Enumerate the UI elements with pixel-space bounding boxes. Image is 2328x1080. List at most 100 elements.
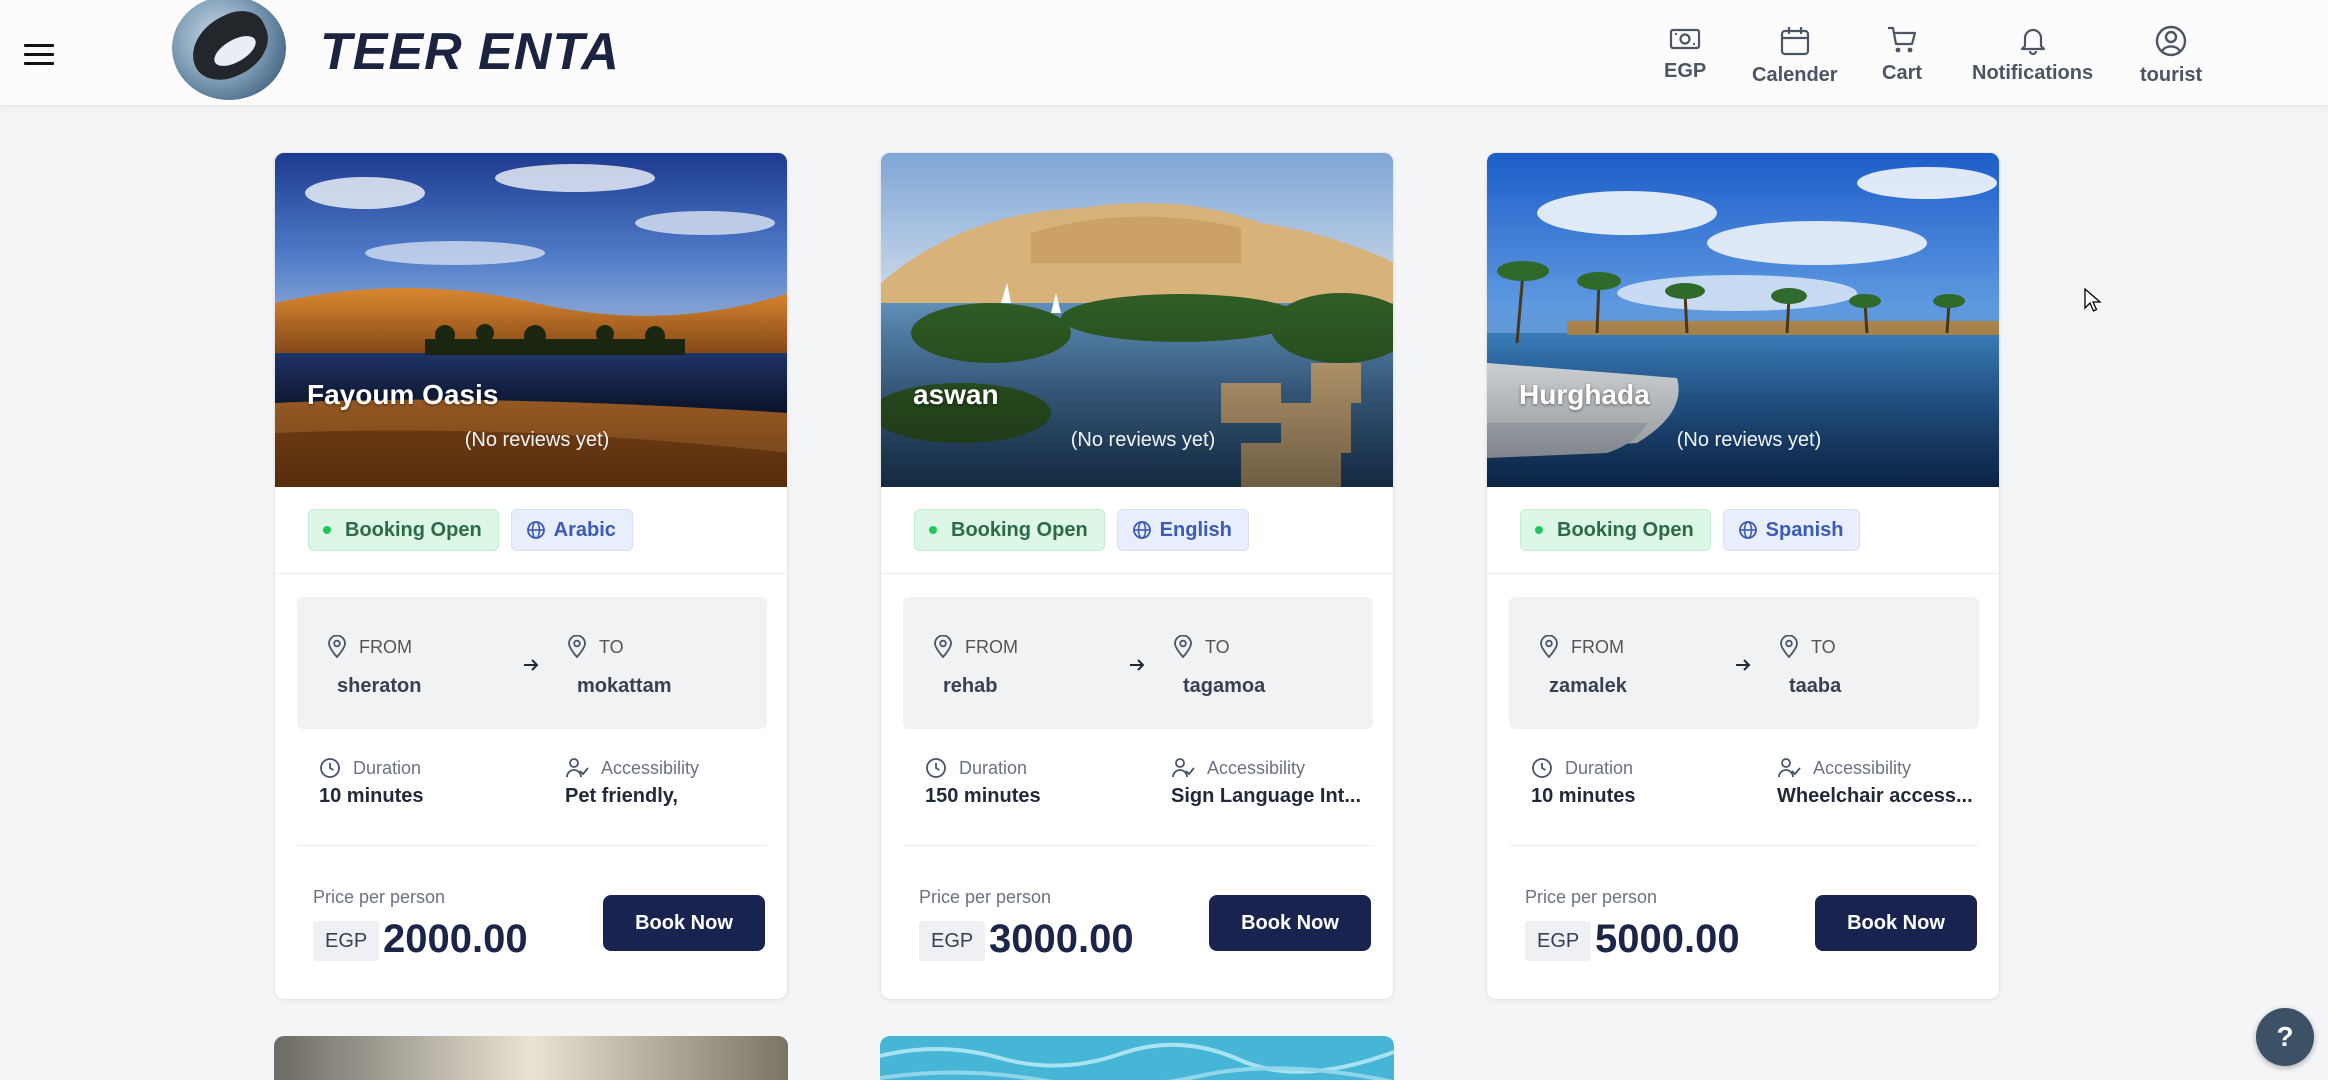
- location-pin-icon: [328, 635, 346, 659]
- language-badge: Arabic: [510, 509, 633, 551]
- trip-image-aswan[interactable]: aswan (No reviews yet): [881, 153, 1393, 487]
- accessibility-label: Accessibility: [565, 757, 699, 779]
- price-label: Price per person: [313, 887, 446, 907]
- trip-image-fayoum[interactable]: Fayoum Oasis (No reviews yet): [275, 153, 787, 487]
- book-now-button[interactable]: Book Now: [603, 895, 765, 951]
- trip-title[interactable]: Fayoum Oasis: [307, 379, 498, 411]
- price-label: Price per person: [919, 887, 1052, 907]
- nav-calendar[interactable]: Calender: [1752, 24, 1838, 87]
- status-badge: Booking Open: [308, 509, 499, 551]
- hamburger-menu-icon[interactable]: [24, 44, 54, 68]
- from-value: rehab: [943, 675, 998, 697]
- trip-card-partial[interactable]: [274, 1036, 788, 1080]
- divider: [1487, 573, 1999, 574]
- globe-icon: [526, 521, 545, 539]
- trip-image-hurghada[interactable]: Hurghada (No reviews yet): [1487, 153, 1999, 487]
- arrow-right-icon: [524, 659, 539, 671]
- trip-reviews: (No reviews yet): [1676, 429, 1822, 451]
- book-now-button[interactable]: Book Now: [1209, 895, 1371, 951]
- duration-label: Duration: [319, 757, 421, 779]
- clock-icon: [1532, 758, 1552, 778]
- nav-currency[interactable]: EGP: [1664, 24, 1706, 83]
- globe-icon: [1132, 521, 1151, 539]
- nav-notifications-label: Notifications: [1972, 62, 2094, 84]
- nav-cart-label: Cart: [1882, 62, 1923, 84]
- trip-title[interactable]: aswan: [913, 379, 999, 411]
- price-value: 2000.00: [383, 917, 528, 961]
- clock-icon: [320, 758, 340, 778]
- location-pin-icon: [1174, 635, 1192, 659]
- top-header: TEER ENTA EGP Calender Cart Notification…: [0, 0, 2328, 106]
- language-badge: English: [1116, 509, 1249, 551]
- bell-icon: [2020, 28, 2045, 56]
- accessibility-label: Accessibility: [1777, 757, 1911, 779]
- status-dot-icon: [1535, 526, 1543, 534]
- status-badge-label: Booking Open: [345, 518, 482, 541]
- route-box: FROM TO zamalek taaba: [1509, 597, 1979, 729]
- to-value: tagamoa: [1183, 675, 1266, 697]
- nav-cart[interactable]: Cart: [1882, 24, 1922, 85]
- trip-card-partial[interactable]: [880, 1036, 1394, 1080]
- accessibility-value: Wheelchair access...: [1777, 785, 1973, 807]
- divider: [881, 573, 1393, 574]
- accessibility-value: Sign Language Int...: [1171, 785, 1361, 807]
- divider: [903, 845, 1373, 846]
- nav-profile[interactable]: tourist: [2140, 24, 2202, 87]
- to-label: TO: [1779, 635, 1836, 659]
- price-label: Price per person: [1525, 887, 1658, 907]
- globe-icon: [1738, 521, 1757, 539]
- language-badge-label: Arabic: [553, 518, 616, 541]
- route-box: FROM TO rehab tagamoa: [903, 597, 1373, 729]
- status-badge: Booking Open: [1520, 509, 1711, 551]
- language-badge-label: Spanish: [1765, 518, 1844, 541]
- from-label: FROM: [327, 635, 412, 659]
- location-pin-icon: [1540, 635, 1558, 659]
- trip-reviews: (No reviews yet): [1070, 429, 1216, 451]
- trip-card: Fayoum Oasis (No reviews yet) Booking Op…: [274, 152, 788, 1000]
- book-now-button[interactable]: Book Now: [1815, 895, 1977, 951]
- status-dot-icon: [323, 526, 331, 534]
- language-badge: Spanish: [1722, 509, 1861, 551]
- language-badge-label: English: [1159, 518, 1232, 541]
- divider: [1509, 845, 1979, 846]
- nav-calendar-label: Calender: [1752, 64, 1838, 86]
- calendar-icon: [1780, 27, 1809, 56]
- currency-tag: EGP: [1525, 921, 1592, 961]
- location-pin-icon: [1780, 635, 1798, 659]
- to-label: TO: [1173, 635, 1230, 659]
- nav-notifications[interactable]: Notifications: [1972, 24, 2093, 85]
- currency-tag: EGP: [919, 921, 986, 961]
- to-value: taaba: [1789, 675, 1842, 697]
- brand-name[interactable]: TEER ENTA: [320, 22, 620, 82]
- nav-profile-label: tourist: [2140, 64, 2203, 86]
- price-value: 3000.00: [989, 917, 1134, 961]
- accessibility-icon: [1778, 758, 1801, 778]
- route-box: FROM TO sheraton mokattam: [297, 597, 767, 729]
- trip-card: Hurghada (No reviews yet) Booking Open S…: [1486, 152, 2000, 1000]
- accessibility-label: Accessibility: [1171, 757, 1305, 779]
- accessibility-value: Pet friendly,: [565, 785, 678, 807]
- location-pin-icon: [934, 635, 952, 659]
- status-badge: Booking Open: [914, 509, 1105, 551]
- currency-icon: [1670, 28, 1701, 50]
- brand-logo[interactable]: [172, 0, 286, 100]
- from-value: sheraton: [337, 675, 422, 697]
- trip-title[interactable]: Hurghada: [1519, 379, 1650, 411]
- status-dot-icon: [929, 526, 937, 534]
- status-badge-label: Booking Open: [1557, 518, 1694, 541]
- duration-label: Duration: [925, 757, 1027, 779]
- nav-currency-label: EGP: [1664, 60, 1707, 82]
- divider: [297, 845, 767, 846]
- duration-value: 10 minutes: [319, 785, 424, 807]
- trip-reviews: (No reviews yet): [464, 429, 610, 451]
- from-label: FROM: [933, 635, 1018, 659]
- user-circle-icon: [2155, 25, 2187, 57]
- trip-card: aswan (No reviews yet) Booking Open Engl…: [880, 152, 1394, 1000]
- from-value: zamalek: [1549, 675, 1627, 697]
- currency-tag: EGP: [313, 921, 380, 961]
- duration-value: 10 minutes: [1531, 785, 1636, 807]
- help-button[interactable]: ?: [2256, 1008, 2314, 1066]
- duration-value: 150 minutes: [925, 785, 1041, 807]
- cart-icon: [1888, 26, 1917, 53]
- price-value: 5000.00: [1595, 917, 1740, 961]
